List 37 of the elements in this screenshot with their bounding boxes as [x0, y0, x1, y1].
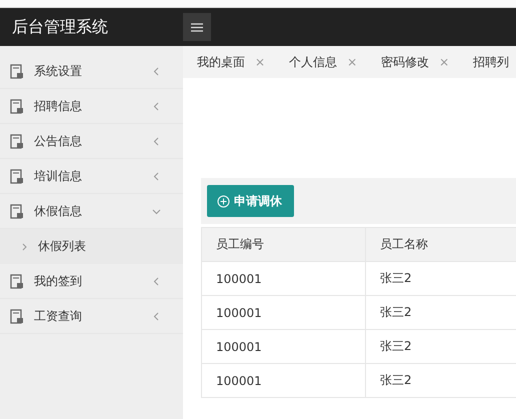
- chevron-left-icon: [152, 276, 161, 286]
- document-icon: [10, 168, 24, 184]
- menu-button[interactable]: [183, 13, 211, 41]
- column-header: 员工编号: [202, 228, 366, 262]
- tab[interactable]: 密码修改 ×: [381, 54, 464, 70]
- tab[interactable]: 招聘列: [473, 54, 516, 70]
- sidebar-item[interactable]: 培训信息: [0, 159, 183, 194]
- document-icon: [10, 98, 24, 114]
- table-cell: 100001: [202, 262, 366, 296]
- document-icon: [10, 204, 24, 218]
- chevron-right-icon: [22, 242, 28, 250]
- chevron-left-icon: [152, 172, 161, 180]
- sidebar-item[interactable]: 我的签到: [0, 264, 183, 299]
- chevron-left-icon: [152, 102, 161, 110]
- plus-circle-icon: [217, 194, 230, 208]
- sidebar-item[interactable]: 系统设置: [0, 54, 183, 89]
- sidebar-subitem[interactable]: 休假列表: [0, 229, 183, 264]
- tab[interactable]: 个人信息 ×: [289, 54, 372, 70]
- tab[interactable]: 我的桌面 ×: [197, 54, 280, 70]
- apply-button[interactable]: 申请调休: [207, 185, 294, 217]
- sidebar-item[interactable]: 公告信息: [0, 124, 183, 159]
- chevron-left-icon: [152, 66, 161, 76]
- table-cell: 100001: [202, 364, 366, 398]
- menu-icon: [191, 22, 203, 32]
- table-cell: 100001: [202, 330, 366, 364]
- document-icon: [10, 64, 24, 78]
- document-icon: [10, 134, 24, 148]
- column-header: 员工名称: [366, 228, 516, 262]
- table-cell: 100001: [202, 296, 366, 330]
- app-title: 后台管理系统: [11, 16, 109, 38]
- document-icon: [10, 274, 24, 288]
- chevron-down-icon: [152, 206, 161, 216]
- sidebar-item[interactable]: 招聘信息: [0, 89, 183, 124]
- chevron-left-icon: [152, 136, 161, 146]
- sidebar-item[interactable]: 工资查询: [0, 299, 183, 334]
- document-icon: [10, 308, 24, 324]
- chevron-left-icon: [152, 312, 161, 320]
